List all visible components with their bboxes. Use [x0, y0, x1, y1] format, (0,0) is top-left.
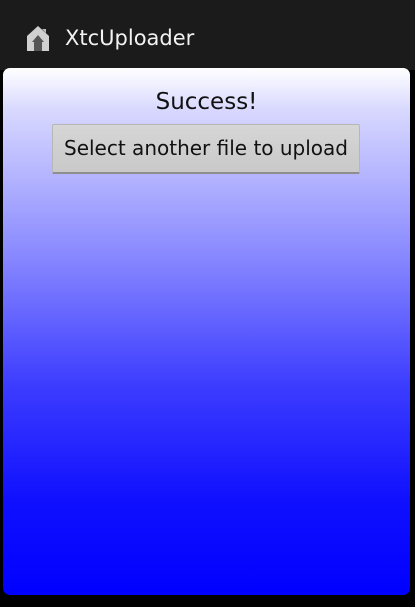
select-file-button[interactable]: Select another file to upload — [52, 124, 360, 174]
main-panel: Success! Select another file to upload — [3, 68, 410, 595]
home-upload-icon — [27, 26, 49, 51]
action-bar: XtcUploader — [0, 0, 415, 72]
app-window: XtcUploader Success! Select another file… — [0, 0, 415, 607]
app-title: XtcUploader — [65, 26, 195, 50]
status-message: Success! — [155, 89, 258, 115]
